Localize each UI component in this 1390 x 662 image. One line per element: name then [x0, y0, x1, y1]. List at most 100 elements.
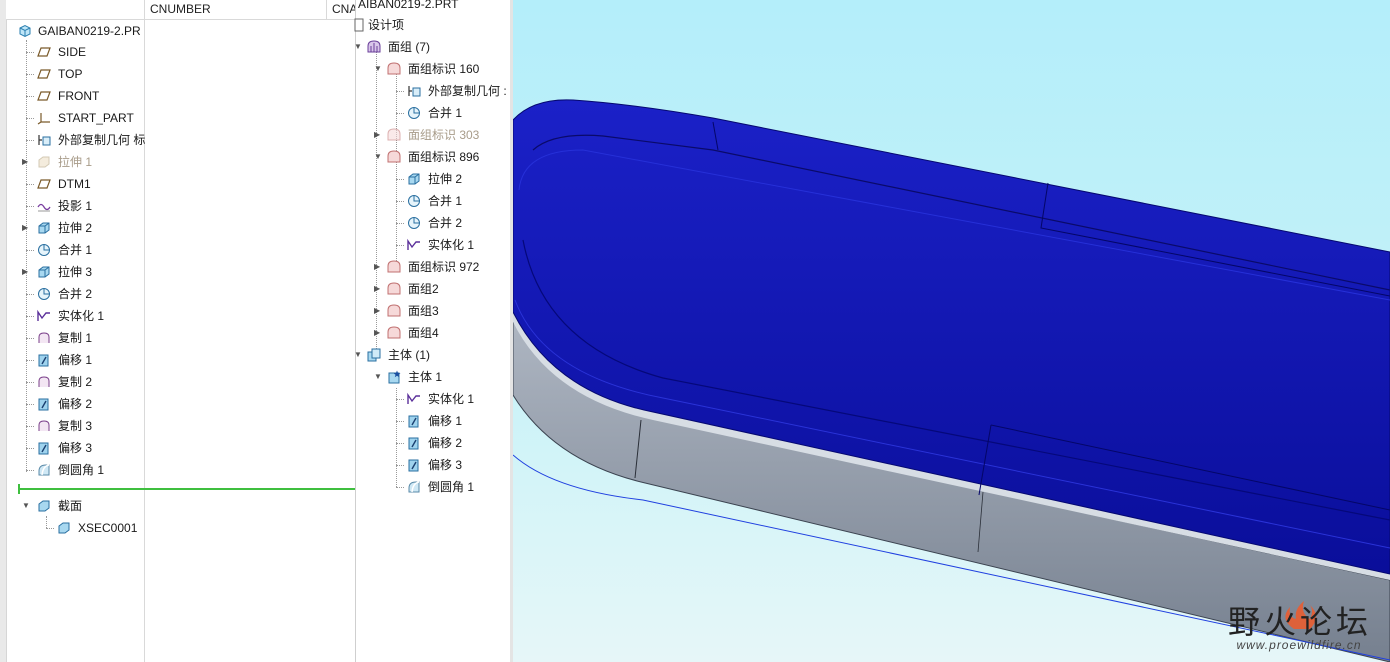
datum-plane-icon	[37, 179, 51, 189]
tree-item-body-round-1[interactable]: 倒圆角 1	[396, 476, 511, 498]
expand-arrow-icon[interactable]: ▶	[374, 256, 380, 278]
tree-item-offset-1[interactable]: 偏移 1	[26, 349, 144, 371]
tree-item-label: SIDE	[58, 45, 87, 59]
column-divider[interactable]	[144, 0, 145, 662]
collapse-arrow-icon[interactable]: ▼	[374, 366, 382, 388]
part-icon	[19, 24, 31, 38]
tree-item-sections[interactable]: ▼ 截面	[20, 495, 144, 517]
tree-item-quilt-303[interactable]: ▶ 面组标识 303	[374, 124, 511, 146]
tree-item-merge-1[interactable]: 合并 1	[26, 239, 144, 261]
tree-item-extrude-2[interactable]: 拉伸 2	[396, 168, 511, 190]
tree-item-quilt-2[interactable]: ▶ 面组2	[374, 278, 511, 300]
tree-item-merge-2[interactable]: 合并 2	[26, 283, 144, 305]
tree-item-body-solidify-1[interactable]: 实体化 1	[396, 388, 511, 410]
tree-item-dtm1[interactable]: DTM1	[26, 173, 144, 195]
tree-item-copy-3[interactable]: 复制 3	[26, 415, 144, 437]
tree-item-copy-2[interactable]: 复制 2	[26, 371, 144, 393]
tree-item-merge-2[interactable]: 合并 2	[396, 212, 511, 234]
tree-root-label: GAIBAN0219-2.PR	[38, 24, 141, 38]
tree-item-offset-2[interactable]: 偏移 2	[26, 393, 144, 415]
tree-item-offset-3[interactable]: 偏移 3	[26, 437, 144, 459]
design-panel-title: AIBAN0219-2.PRT	[356, 0, 511, 15]
design-items-panel: AIBAN0219-2.PRT 设计项 ▼ 面组 (7) ▼ 面组标识 160 …	[352, 0, 511, 662]
quilt-icon	[387, 260, 401, 273]
tree-item-quilts-group[interactable]: ▼ 面组 (7)	[354, 36, 511, 58]
collapse-arrow-icon[interactable]: ▼	[374, 58, 382, 80]
insert-here-handle[interactable]	[18, 484, 20, 494]
tree-item-merge-1[interactable]: 合并 1	[396, 102, 511, 124]
column-header-cnumber[interactable]: CNUMBER	[150, 2, 211, 16]
round-icon	[408, 481, 420, 493]
tree-item-quilt-160[interactable]: ▼ 面组标识 160	[374, 58, 511, 80]
tree-item-body-1[interactable]: ▼ 主体 1	[374, 366, 511, 388]
tree-item-solidify-1[interactable]: 实体化 1	[396, 234, 511, 256]
tree-item-label: 主体 (1)	[388, 348, 431, 362]
tree-root-part[interactable]: GAIBAN0219-2.PR	[16, 20, 144, 42]
tree-item-label: DTM1	[58, 177, 91, 191]
design-items-root[interactable]: 设计项	[352, 14, 511, 36]
document-icon	[354, 18, 364, 32]
offset-icon	[408, 415, 419, 428]
tree-item-quilt-3[interactable]: ▶ 面组3	[374, 300, 511, 322]
tree-item-external-copy-geom[interactable]: 外部复制几何 标	[26, 129, 145, 151]
tree-item-solidify-1[interactable]: 实体化 1	[26, 305, 144, 327]
collapse-arrow-icon[interactable]: ▼	[374, 146, 382, 168]
tree-item-bodies-group[interactable]: ▼ 主体 (1)	[354, 344, 511, 366]
tree-item-top[interactable]: TOP	[26, 63, 144, 85]
expand-arrow-icon[interactable]: ▶	[22, 217, 28, 239]
tree-item-quilt-896[interactable]: ▼ 面组标识 896	[374, 146, 511, 168]
expand-arrow-icon[interactable]: ▶	[374, 300, 380, 322]
expand-arrow-icon[interactable]: ▶	[22, 151, 28, 173]
tree-item-extrude-3[interactable]: ▶ 拉伸 3	[20, 261, 144, 283]
tree-item-label: START_PART	[58, 111, 134, 125]
tree-item-label: 拉伸 2	[428, 172, 463, 186]
tree-item-label: 面组标识 160	[408, 62, 480, 76]
tree-item-copy-1[interactable]: 复制 1	[26, 327, 144, 349]
forum-watermark: 野火论坛 www.proewildfire.cn	[1224, 599, 1374, 652]
expand-arrow-icon[interactable]: ▶	[374, 278, 380, 300]
tree-item-external-copy[interactable]: 外部复制几何 :	[396, 80, 511, 102]
expand-arrow-icon[interactable]: ▶	[374, 124, 380, 146]
tree-item-front[interactable]: FRONT	[26, 85, 144, 107]
tree-item-start-part[interactable]: START_PART	[26, 107, 144, 129]
tree-item-label: 截面	[58, 499, 83, 513]
datum-plane-icon	[37, 91, 51, 101]
tree-item-label: 合并 1	[428, 194, 463, 208]
graphics-viewport[interactable]: 野火论坛 www.proewildfire.cn	[513, 0, 1390, 662]
tree-item-merge-1b[interactable]: 合并 1	[396, 190, 511, 212]
collapse-arrow-icon[interactable]: ▼	[354, 36, 362, 58]
column-divider[interactable]	[326, 0, 327, 20]
quilt-icon	[387, 304, 401, 317]
tree-item-label: FRONT	[58, 89, 100, 103]
tree-item-project-1[interactable]: 投影 1	[26, 195, 144, 217]
merge-icon	[408, 195, 420, 207]
insert-here-line[interactable]	[18, 488, 355, 490]
tree-item-side[interactable]: SIDE	[26, 41, 144, 63]
tree-item-quilt-972[interactable]: ▶ 面组标识 972	[374, 256, 511, 278]
part-model-render[interactable]	[513, 0, 1390, 662]
copy-surface-icon	[38, 420, 50, 431]
quilt-icon	[387, 128, 401, 141]
expand-arrow-icon[interactable]: ▶	[22, 261, 28, 283]
tree-item-body-offset-1[interactable]: 偏移 1	[396, 410, 511, 432]
tree-item-label: 倒圆角 1	[428, 480, 475, 494]
tree-item-xsec0001[interactable]: XSEC0001	[46, 517, 144, 539]
collapse-arrow-icon[interactable]: ▼	[354, 344, 362, 366]
collapse-arrow-icon[interactable]: ▼	[22, 495, 30, 517]
tree-item-round-1[interactable]: 倒圆角 1	[26, 459, 144, 481]
tree-item-body-offset-2[interactable]: 偏移 2	[396, 432, 511, 454]
datum-plane-icon	[37, 69, 51, 79]
tree-item-label: 设计项	[368, 18, 405, 32]
tree-item-quilt-4[interactable]: ▶ 面组4	[374, 322, 511, 344]
quilt-icon	[387, 282, 401, 295]
tree-item-extrude-2[interactable]: ▶ 拉伸 2	[20, 217, 144, 239]
expand-arrow-icon[interactable]: ▶	[374, 322, 380, 344]
watermark-title: 野火论坛	[1227, 603, 1372, 641]
tree-item-extrude-1[interactable]: ▶ 拉伸 1	[20, 151, 144, 173]
round-icon	[38, 464, 50, 476]
tree-item-label: 面组 (7)	[388, 40, 431, 54]
tree-item-body-offset-3[interactable]: 偏移 3	[396, 454, 511, 476]
body-icon	[388, 370, 401, 384]
body-group-icon	[367, 348, 381, 362]
tree-column-header: CNUMBER CNA	[6, 0, 357, 20]
